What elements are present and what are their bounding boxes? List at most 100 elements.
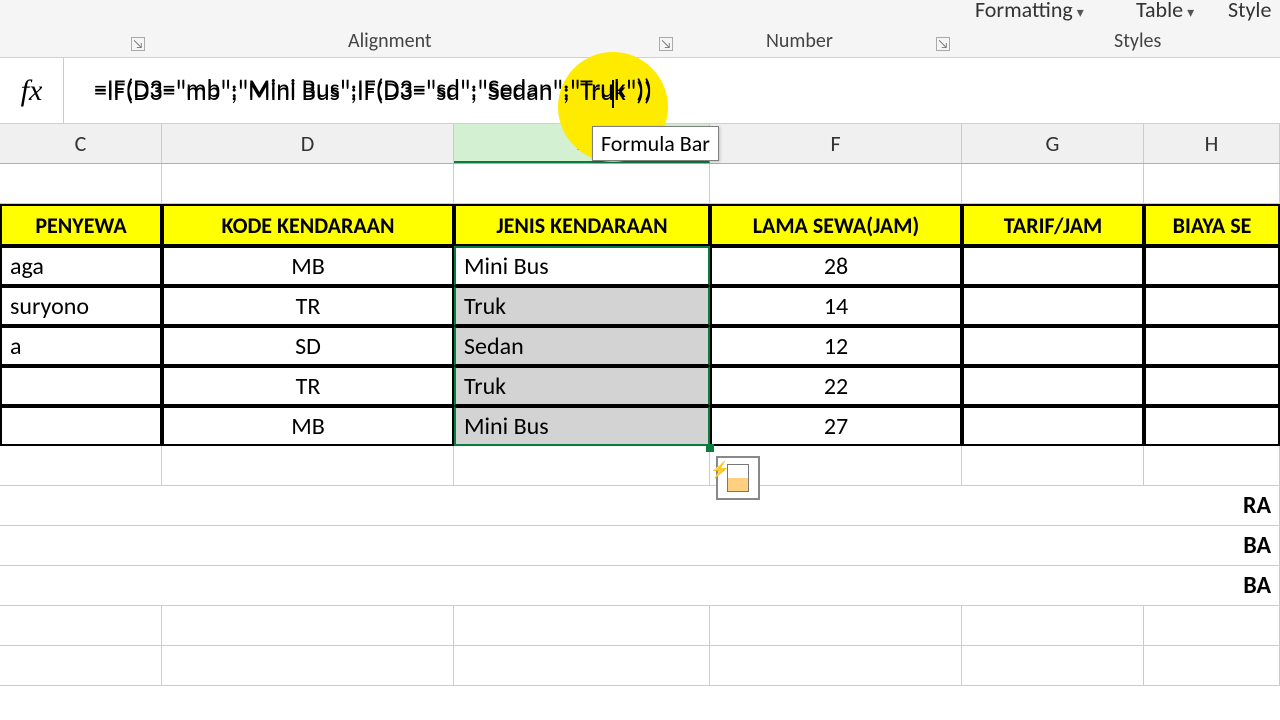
cell[interactable] [0, 486, 162, 526]
cell[interactable] [454, 606, 710, 646]
cell[interactable] [1144, 606, 1280, 646]
cell-penyewa[interactable] [0, 366, 162, 406]
cell[interactable] [162, 164, 454, 204]
formula-input[interactable] [64, 58, 1280, 123]
cell[interactable] [454, 646, 710, 686]
ribbon-style[interactable]: Style [1228, 0, 1271, 23]
cell[interactable] [162, 446, 454, 486]
cell-jenis[interactable]: Sedan [454, 326, 710, 366]
cell-kode[interactable]: TR [162, 366, 454, 406]
cell[interactable] [710, 606, 962, 646]
cell-lama[interactable]: 27 [710, 406, 962, 446]
cell[interactable] [162, 606, 454, 646]
cell-penyewa[interactable]: suryono [0, 286, 162, 326]
ribbon-group-styles: Styles [1114, 29, 1161, 53]
cell-biaya[interactable] [1144, 366, 1280, 406]
autofill-options-button[interactable]: ⚡ [716, 456, 760, 500]
cell-biaya[interactable] [1144, 406, 1280, 446]
text-caret [612, 80, 614, 108]
col-header-d[interactable]: D [162, 124, 454, 163]
cell-lama[interactable]: 12 [710, 326, 962, 366]
cell[interactable] [162, 486, 454, 526]
cell[interactable] [962, 164, 1144, 204]
header-tarif[interactable]: TARIF/JAM [962, 204, 1144, 246]
spreadsheet-grid[interactable]: PENYEWA KODE KENDARAAN JENIS KENDARAAN L… [0, 164, 1280, 686]
ribbon-table[interactable]: Table▾ [1136, 0, 1194, 23]
header-jenis[interactable]: JENIS KENDARAAN [454, 204, 710, 246]
cell[interactable] [1144, 646, 1280, 686]
cell-jenis[interactable]: Mini Bus [454, 246, 710, 286]
cell-biaya[interactable] [1144, 246, 1280, 286]
cell-tarif[interactable] [962, 406, 1144, 446]
cell[interactable] [962, 646, 1144, 686]
formula-bar: fx [0, 58, 1280, 124]
ribbon-formatting[interactable]: Formatting▾ [975, 0, 1084, 23]
cell-jenis[interactable]: Mini Bus [454, 406, 710, 446]
cell[interactable] [0, 526, 162, 566]
chevron-down-icon: ▾ [1187, 4, 1194, 21]
col-header-h[interactable]: H [1144, 124, 1280, 163]
col-header-c[interactable]: C [0, 124, 162, 163]
header-penyewa[interactable]: PENYEWA [0, 204, 162, 246]
cell[interactable] [454, 486, 710, 526]
cell[interactable] [162, 566, 454, 606]
cell-tarif[interactable] [962, 366, 1144, 406]
cell-lama[interactable]: 14 [710, 286, 962, 326]
col-header-g[interactable]: G [962, 124, 1144, 163]
cell-biaya[interactable] [1144, 326, 1280, 366]
cell-lama[interactable]: 28 [710, 246, 962, 286]
footer-ra[interactable]: RA [1144, 486, 1280, 526]
cell[interactable] [962, 486, 1144, 526]
cell[interactable] [0, 646, 162, 686]
cell-jenis[interactable]: Truk [454, 286, 710, 326]
cell[interactable] [0, 164, 162, 204]
cell-kode[interactable]: MB [162, 246, 454, 286]
cell-tarif[interactable] [962, 286, 1144, 326]
cell-penyewa[interactable]: a [0, 326, 162, 366]
cell[interactable] [0, 566, 162, 606]
cell[interactable] [454, 566, 710, 606]
cell-tarif[interactable] [962, 326, 1144, 366]
cell[interactable] [162, 526, 454, 566]
cell[interactable] [710, 526, 962, 566]
dialog-launcher-icon[interactable]: ↘ [659, 37, 673, 51]
cell-penyewa[interactable]: aga [0, 246, 162, 286]
chevron-down-icon: ▾ [1077, 4, 1084, 21]
cell[interactable] [710, 646, 962, 686]
footer-b1[interactable]: BA [1144, 526, 1280, 566]
cell[interactable] [962, 526, 1144, 566]
header-lama[interactable]: LAMA SEWA(JAM) [710, 204, 962, 246]
clipboard-icon [727, 464, 749, 492]
cell-kode[interactable]: MB [162, 406, 454, 446]
cell[interactable] [0, 446, 162, 486]
fill-handle[interactable] [706, 444, 714, 452]
cell-kode[interactable]: SD [162, 326, 454, 366]
cell[interactable] [962, 606, 1144, 646]
cell[interactable] [1144, 164, 1280, 204]
cell-lama[interactable]: 22 [710, 366, 962, 406]
cell-kode[interactable]: TR [162, 286, 454, 326]
cell[interactable] [1144, 446, 1280, 486]
cell[interactable] [0, 606, 162, 646]
cell[interactable] [710, 164, 962, 204]
cell-jenis[interactable]: Truk [454, 366, 710, 406]
dialog-launcher-icon[interactable]: ↘ [936, 37, 950, 51]
fx-button[interactable]: fx [0, 58, 64, 123]
formula-bar-tooltip: Formula Bar [592, 126, 719, 161]
cell[interactable] [162, 646, 454, 686]
cell[interactable] [710, 566, 962, 606]
cell[interactable] [454, 164, 710, 204]
cell[interactable] [962, 566, 1144, 606]
col-header-f[interactable]: F [710, 124, 962, 163]
cell[interactable] [962, 446, 1144, 486]
cell-penyewa[interactable] [0, 406, 162, 446]
ribbon-group-row: Formatting▾ Table▾ Style ↘ Alignment ↘ N… [0, 0, 1280, 58]
cell[interactable] [454, 526, 710, 566]
cell-tarif[interactable] [962, 246, 1144, 286]
header-biaya[interactable]: BIAYA SE [1144, 204, 1280, 246]
header-kode[interactable]: KODE KENDARAAN [162, 204, 454, 246]
cell-biaya[interactable] [1144, 286, 1280, 326]
cell[interactable] [454, 446, 710, 486]
dialog-launcher-icon[interactable]: ↘ [131, 37, 145, 51]
footer-b2[interactable]: BA [1144, 566, 1280, 606]
